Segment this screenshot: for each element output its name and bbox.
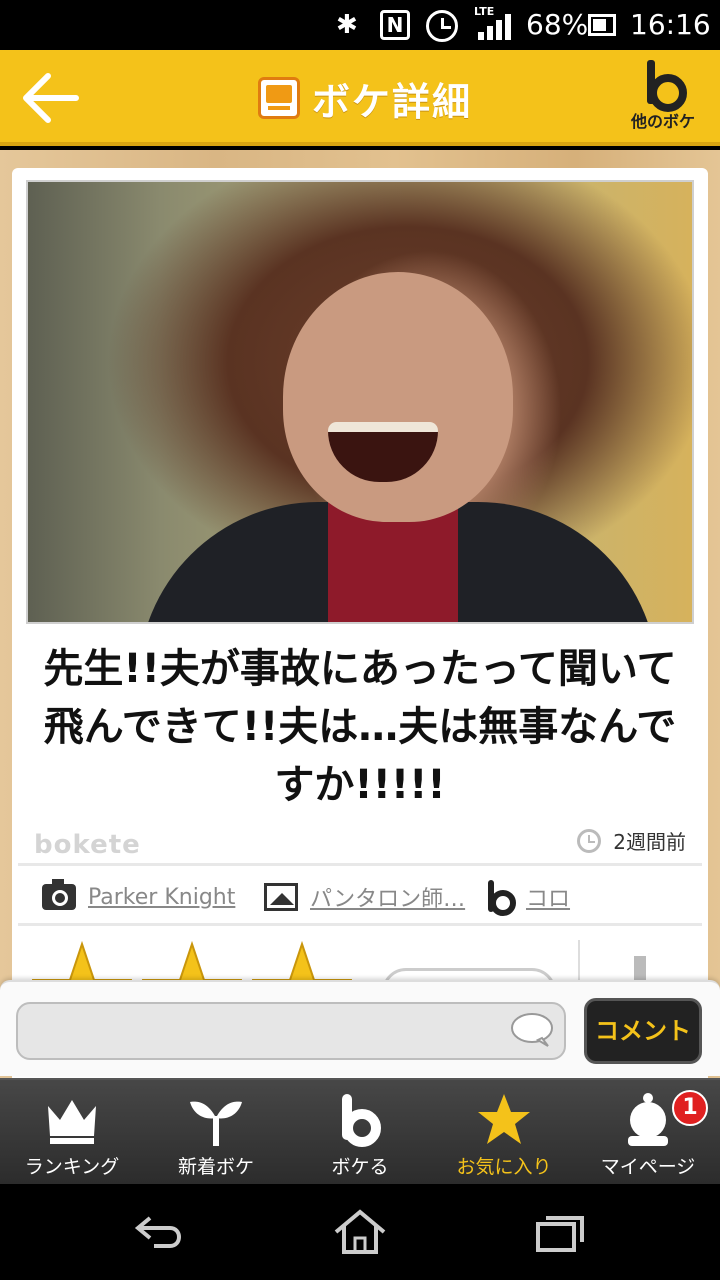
tab-mypage[interactable]: 1 マイページ — [576, 1080, 720, 1186]
battery-percent: 68% — [526, 8, 589, 41]
back-button[interactable] — [18, 68, 82, 128]
notification-badge: 1 — [672, 1090, 708, 1126]
tab-label: お気に入り — [456, 1156, 552, 1178]
app-header: ボケ詳細 他のボケ — [0, 50, 720, 146]
bokete-brand: bokete — [34, 830, 141, 860]
bokete-b-icon — [342, 1094, 381, 1147]
boke-author-credit[interactable]: コロ — [488, 880, 570, 916]
nav-back-icon[interactable] — [130, 1208, 190, 1256]
alarm-icon — [426, 10, 458, 42]
user-icon — [628, 1093, 668, 1146]
back-arrow-icon — [23, 73, 79, 123]
boke-caption: 先生!!夫が事故にあったって聞いて飛んできて!!夫は…夫は無事なんですか!!!!… — [43, 646, 677, 808]
tab-favorites[interactable]: お気に入り — [432, 1080, 576, 1186]
nav-recents-icon[interactable] — [530, 1208, 590, 1256]
bottom-tab-bar: ランキング 新着ボケ ボケる お気に入り 1 マイページ — [0, 1078, 720, 1184]
other-boke-label: 他のボケ — [630, 112, 695, 131]
nfc-icon: N — [380, 10, 410, 40]
bokete-b-icon — [488, 880, 516, 916]
odai-photo[interactable] — [26, 180, 694, 624]
clock-icon — [577, 828, 602, 853]
clock-time: 16:16 — [630, 8, 711, 41]
page-title: ボケ詳細 — [258, 74, 472, 124]
tab-new-boke[interactable]: 新着ボケ — [144, 1080, 288, 1186]
speech-bubble-icon — [511, 1013, 553, 1047]
boke-card: 先生!!夫が事故にあったって聞いて飛んできて!!夫は…夫は無事なんですか!!!!… — [12, 168, 708, 1108]
bluetooth-icon: ✱ — [336, 10, 358, 40]
posted-time: 2週間前 — [613, 830, 686, 854]
signal-icon — [478, 14, 514, 40]
boke-detail-icon — [258, 77, 300, 119]
tab-label: 新着ボケ — [177, 1156, 254, 1178]
camera-icon — [42, 879, 76, 910]
comment-input[interactable] — [16, 1002, 566, 1060]
tab-label: マイページ — [600, 1156, 696, 1178]
system-nav-bar — [0, 1184, 720, 1280]
boke-author-link[interactable]: コロ — [526, 881, 570, 913]
sprout-icon — [190, 1101, 242, 1146]
nav-home-icon[interactable] — [330, 1208, 390, 1256]
tab-label: ボケる — [331, 1156, 389, 1178]
status-bar: ✱ N LTE 68% 16:16 — [0, 0, 720, 50]
tab-ranking[interactable]: ランキング — [0, 1080, 144, 1186]
photographer-credit[interactable]: Parker Knight — [42, 879, 235, 914]
comment-button[interactable]: コメント — [584, 998, 702, 1064]
credits-row: Parker Knight パンタロン師… コロ — [18, 870, 702, 926]
tab-label: ランキング — [24, 1156, 120, 1178]
meta-row: bokete 2週間前 — [18, 820, 702, 866]
crown-icon — [48, 1100, 96, 1144]
photographer-link[interactable]: Parker Knight — [88, 885, 235, 910]
other-boke-button[interactable]: 他のボケ — [618, 60, 708, 140]
bokete-logo-icon — [645, 60, 687, 112]
odai-author-credit[interactable]: パンタロン師… — [264, 880, 465, 914]
battery-icon — [588, 14, 616, 36]
picture-icon — [264, 883, 298, 911]
tab-bokeru[interactable]: ボケる — [288, 1080, 432, 1186]
comment-bar: コメント — [0, 980, 720, 1076]
star-icon — [478, 1094, 530, 1144]
page-title-text: ボケ詳細 — [312, 79, 473, 124]
odai-author-link[interactable]: パンタロン師… — [310, 881, 465, 913]
